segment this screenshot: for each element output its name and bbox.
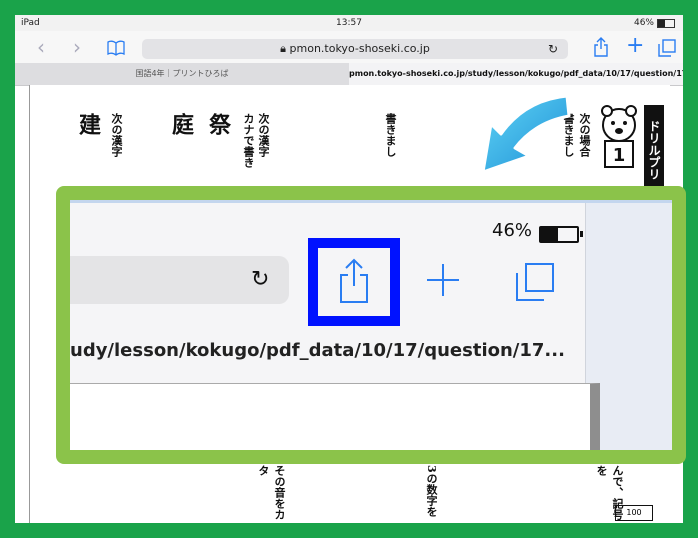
reload-icon[interactable]: ↻ [251,267,269,292]
tab-label: pmon.tokyo-shoseki.co.jp/study/lesson/ko… [349,69,683,78]
reload-icon[interactable]: ↻ [548,39,558,59]
bear-mascot-icon: 1 [595,105,643,175]
bookmarks-icon[interactable] [107,39,125,59]
share-button[interactable] [318,248,390,316]
score-text: 100 [626,508,642,517]
zoom-document-preview [70,383,600,450]
zoom-content: 46% ↻ udy/lesson/kokugo/pdf_data/10/17/q… [70,200,672,450]
badge-drill: ドリル [647,120,661,156]
question-text: 次の漢字 [257,113,270,157]
new-tab-icon[interactable] [425,262,461,302]
share-highlight [308,238,400,326]
tab-kokugo[interactable]: 国語4年｜プリントひろば [15,63,349,85]
svg-text:1: 1 [613,145,626,166]
status-battery: 46% [634,18,675,28]
share-icon[interactable] [338,258,370,308]
curved-arrow-icon [455,90,575,184]
drill-print-badge: ドリルプリ [644,105,664,195]
address-text: pmon.tokyo-shoseki.co.jp [289,42,430,55]
score-box: 100 [615,505,653,521]
question-text: 次の場合 [578,113,591,157]
question-text: カナで書き [242,113,255,168]
zoom-address-text: udy/lesson/kokugo/pdf_data/10/17/questio… [70,340,565,361]
lock-icon: 🔒︎ [280,42,287,55]
tab-label: 国語4年｜プリントひろば [135,69,229,78]
share-icon[interactable] [593,37,609,61]
zoom-battery-percent: 46% [492,220,533,241]
battery-icon [657,18,675,28]
tab-bar: 国語4年｜プリントひろば pmon.tokyo-shoseki.co.jp/st… [15,63,683,86]
address-bar[interactable]: 🔒︎ pmon.tokyo-shoseki.co.jp ↻ [142,39,568,59]
status-time: 13:57 [336,18,362,28]
tab-pdf[interactable]: pmon.tokyo-shoseki.co.jp/study/lesson/ko… [349,63,683,85]
kanji-char: 庭 [168,113,194,135]
safari-toolbar: ‹ › 🔒︎ pmon.tokyo-shoseki.co.jp ↻ + [15,31,683,63]
tabs-icon[interactable] [658,39,676,61]
zoom-divider [70,200,672,203]
forward-icon[interactable]: › [73,37,81,57]
question-text: 3の数字を [425,465,438,517]
zoom-callout: 46% ↻ udy/lesson/kokugo/pdf_data/10/17/q… [56,186,686,464]
new-tab-icon[interactable]: + [626,35,644,57]
green-frame: iPad 13:57 46% ‹ › 🔒︎ pmon.tokyo-shoseki… [0,0,698,538]
tabs-icon[interactable] [515,262,555,306]
question-text: 次の漢字 [110,113,123,157]
badge-print: プリ [647,156,661,180]
question-text: その音をカタ [257,465,286,520]
question-text: 書きまし [384,113,397,157]
back-icon[interactable]: ‹ [37,37,45,57]
kanji-char: 祭 [205,113,231,135]
battery-icon [539,226,583,243]
kanji-char: 建 [75,113,101,135]
battery-percent: 46% [633,18,654,28]
status-bar: iPad 13:57 46% [15,15,683,31]
